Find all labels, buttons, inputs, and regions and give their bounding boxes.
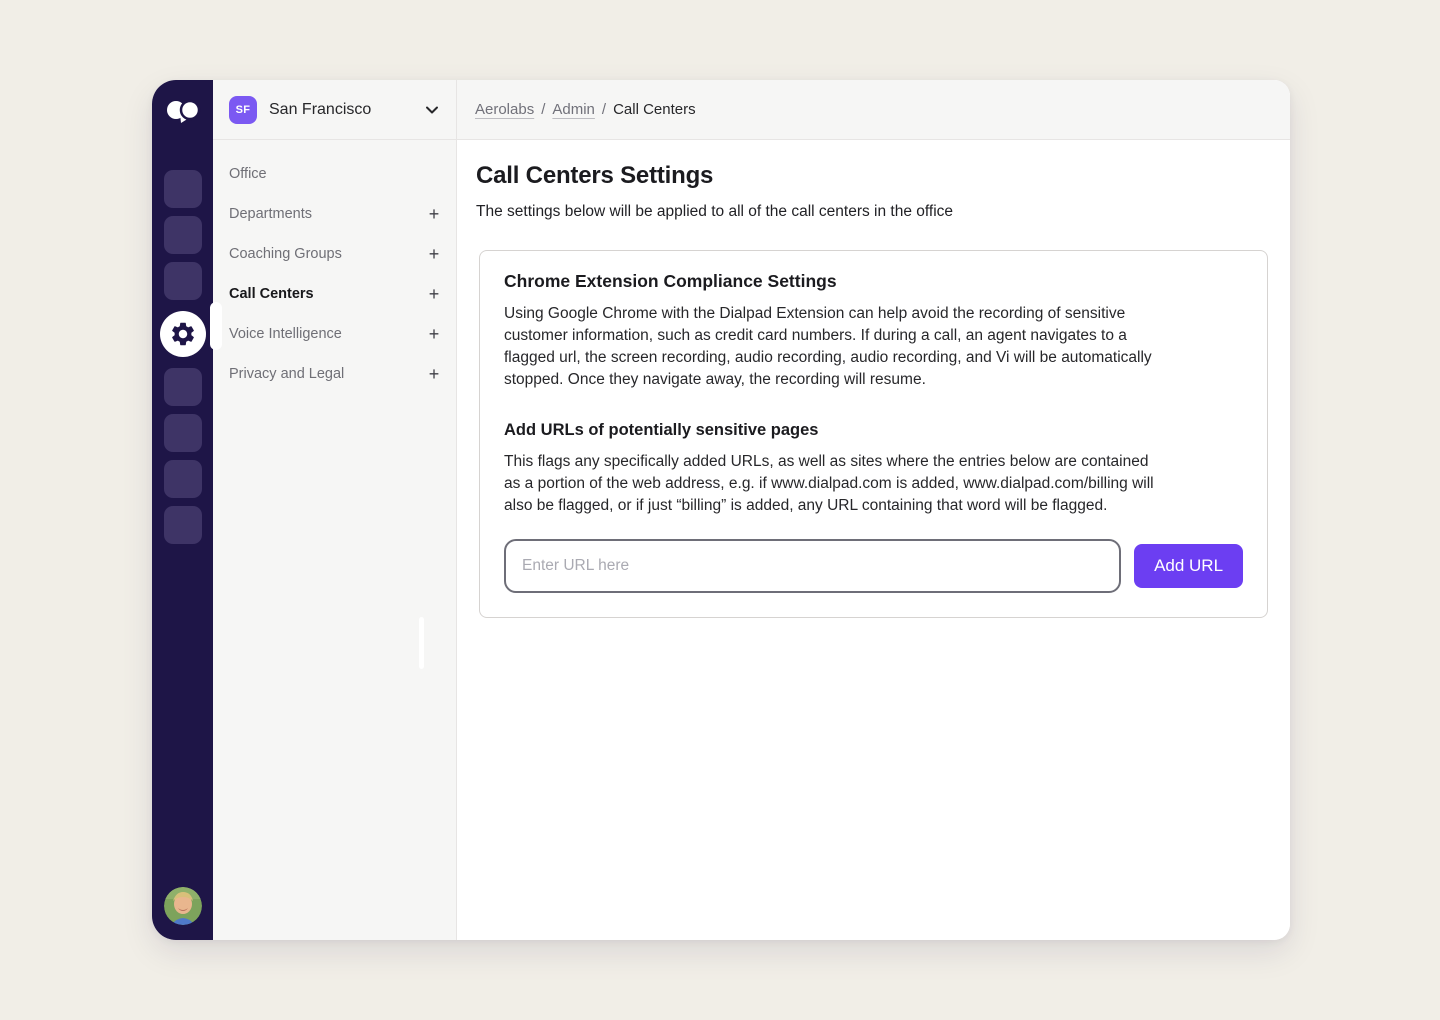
- sidebar-nav: Office + Departments + Coaching Groups +…: [213, 140, 456, 394]
- add-icon[interactable]: +: [427, 205, 441, 223]
- sidebar-item-office[interactable]: Office +: [213, 154, 456, 194]
- settings-gear-icon[interactable]: [160, 311, 206, 357]
- compliance-settings-card: Chrome Extension Compliance Settings Usi…: [479, 250, 1268, 618]
- page-content: Call Centers Settings The settings below…: [457, 140, 1290, 618]
- add-icon[interactable]: +: [427, 285, 441, 303]
- sidebar-scrollbar-thumb[interactable]: [419, 617, 424, 669]
- rail-nav-icon-7[interactable]: [164, 506, 202, 544]
- page-title: Call Centers Settings: [476, 162, 1266, 190]
- breadcrumb-current: Call Centers: [613, 101, 696, 118]
- add-icon[interactable]: +: [427, 245, 441, 263]
- rail-nav-icon-4[interactable]: [164, 368, 202, 406]
- rail-nav-icon-3[interactable]: [164, 262, 202, 300]
- add-icon[interactable]: +: [427, 365, 441, 383]
- url-input[interactable]: [504, 539, 1121, 593]
- card-description-2: This flags any specifically added URLs, …: [504, 451, 1156, 517]
- sidebar-item-call-centers[interactable]: Call Centers +: [213, 274, 456, 314]
- workspace-name: San Francisco: [269, 101, 412, 119]
- rail-nav-icon-1[interactable]: [164, 170, 202, 208]
- rail-nav-icon-2[interactable]: [164, 216, 202, 254]
- add-url-row: Add URL: [504, 539, 1243, 593]
- page-subtitle: The settings below will be applied to al…: [476, 203, 1266, 221]
- app-rail: [152, 80, 213, 940]
- sidebar-item-voice-intelligence[interactable]: Voice Intelligence +: [213, 314, 456, 354]
- breadcrumb-separator: /: [541, 101, 545, 118]
- add-icon[interactable]: +: [427, 325, 441, 343]
- rail-nav-icon-5[interactable]: [164, 414, 202, 452]
- breadcrumb-link-aerolabs[interactable]: Aerolabs: [475, 101, 534, 118]
- sidebar-item-coaching-groups[interactable]: Coaching Groups +: [213, 234, 456, 274]
- card-description: Using Google Chrome with the Dialpad Ext…: [504, 303, 1156, 391]
- dialpad-logo-icon[interactable]: [165, 99, 201, 127]
- rail-nav-icon-6[interactable]: [164, 460, 202, 498]
- breadcrumb: Aerolabs / Admin / Call Centers: [475, 101, 696, 118]
- breadcrumb-link-admin[interactable]: Admin: [552, 101, 595, 118]
- breadcrumb-bar: Aerolabs / Admin / Call Centers: [457, 80, 1290, 140]
- card-heading: Chrome Extension Compliance Settings: [504, 271, 1243, 292]
- add-url-button[interactable]: Add URL: [1134, 544, 1243, 588]
- breadcrumb-separator: /: [602, 101, 606, 118]
- workspace-selector[interactable]: SF San Francisco: [213, 80, 456, 140]
- sidebar: SF San Francisco Office + Departments + …: [213, 80, 457, 940]
- rail-nav: [160, 170, 206, 544]
- card-subheading: Add URLs of potentially sensitive pages: [504, 421, 1243, 440]
- sidebar-item-departments[interactable]: Departments +: [213, 194, 456, 234]
- main-panel: Aerolabs / Admin / Call Centers Call Cen…: [457, 80, 1290, 940]
- rail-active-indicator: [210, 302, 222, 350]
- chevron-down-icon: [424, 102, 440, 118]
- user-avatar[interactable]: [164, 887, 202, 925]
- sidebar-item-privacy-and-legal[interactable]: Privacy and Legal +: [213, 354, 456, 394]
- app-window: SF San Francisco Office + Departments + …: [152, 80, 1290, 940]
- workspace-badge: SF: [229, 96, 257, 124]
